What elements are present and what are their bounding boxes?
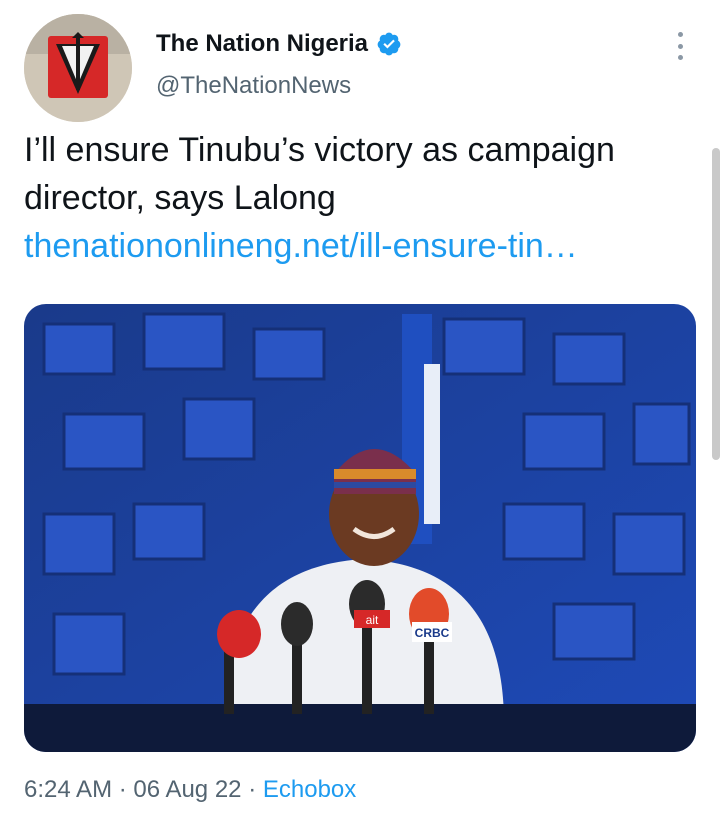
scrollbar[interactable] xyxy=(712,148,720,460)
author-name[interactable]: The Nation Nigeria xyxy=(156,30,368,58)
tweet-link[interactable]: thenationonlineng.net/ill-ensure-tin… xyxy=(24,222,694,270)
tweet-source[interactable]: Echobox xyxy=(263,776,356,803)
tweet-date[interactable]: 06 Aug 22 xyxy=(133,776,241,803)
author-avatar[interactable] xyxy=(24,14,132,122)
tweet-text: I’ll ensure Tinubu’s victory as campaign… xyxy=(24,126,694,270)
more-vertical-icon xyxy=(677,32,683,37)
mic-label-ait: ait xyxy=(366,613,379,627)
author-handle[interactable]: @TheNationNews xyxy=(156,72,351,100)
author-name-row[interactable]: The Nation Nigeria xyxy=(156,30,402,58)
photo-press-conference: ait CRBC xyxy=(24,304,696,752)
meta-separator-2: · xyxy=(248,776,257,803)
tweet-media-image[interactable]: ait CRBC xyxy=(24,304,696,752)
verified-badge-icon xyxy=(377,32,401,56)
nation-logo-icon xyxy=(24,14,132,122)
tweet-meta: 6:24 AM · 06 Aug 22 · Echobox xyxy=(24,776,356,804)
meta-separator-1: · xyxy=(118,776,127,803)
mic-label-crbc: CRBC xyxy=(415,626,450,640)
tweet-body: I’ll ensure Tinubu’s victory as campaign… xyxy=(24,131,615,217)
more-options-button[interactable] xyxy=(668,30,692,62)
tweet-time[interactable]: 6:24 AM xyxy=(24,776,112,803)
